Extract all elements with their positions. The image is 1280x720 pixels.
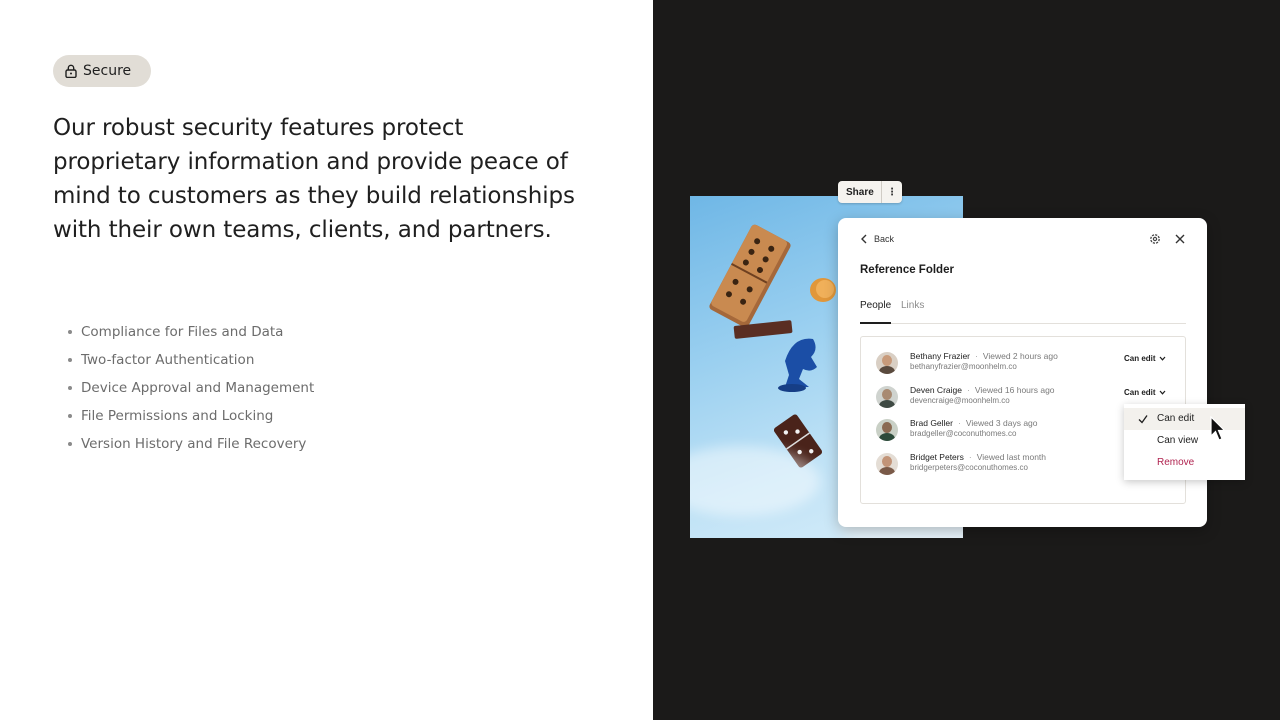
- marketing-panel: Secure Our robust security features prot…: [0, 0, 653, 720]
- avatar: [876, 419, 898, 441]
- person-email: bridgerpeters@coconuthomes.co: [910, 463, 1028, 472]
- bullet: [68, 358, 72, 362]
- feature-list: Compliance for Files and Data Two-factor…: [66, 318, 314, 458]
- more-vertical-icon[interactable]: ⋮: [881, 181, 902, 203]
- back-button[interactable]: Back: [860, 234, 894, 244]
- avatar: [876, 453, 898, 475]
- share-button[interactable]: Share: [838, 187, 881, 198]
- list-item: Compliance for Files and Data: [66, 318, 314, 346]
- viewed-time: Viewed last month: [976, 452, 1047, 462]
- viewed-time: Viewed 16 hours ago: [974, 385, 1055, 395]
- person-name: Bridget Peters: [910, 452, 964, 462]
- viewed-time: Viewed 2 hours ago: [982, 351, 1058, 361]
- bullet: [68, 414, 72, 418]
- close-icon[interactable]: [1174, 233, 1186, 245]
- viewed-time: Viewed 3 days ago: [965, 418, 1038, 428]
- mouse-cursor-icon: [1210, 416, 1226, 441]
- person-email: devencraige@moonhelm.co: [910, 396, 1010, 405]
- dialog-title: Reference Folder: [860, 264, 954, 276]
- chevron-down-icon: [1159, 356, 1166, 361]
- bullet: [68, 442, 72, 446]
- tab-bar: People Links: [860, 300, 1186, 324]
- permission-dropdown[interactable]: Can edit: [1124, 354, 1166, 363]
- menu-item-can-edit[interactable]: Can edit: [1157, 413, 1194, 424]
- permission-dropdown[interactable]: Can edit: [1124, 388, 1166, 397]
- share-chip: Share ⋮: [838, 181, 902, 203]
- list-item: Version History and File Recovery: [66, 430, 314, 458]
- avatar: [876, 386, 898, 408]
- list-item[interactable]: Bethany Frazier · Viewed 2 hours ago betha…: [876, 350, 1176, 378]
- tab-people[interactable]: People: [860, 300, 891, 324]
- bullet: [68, 386, 72, 390]
- badge-label: Secure: [83, 63, 132, 79]
- person-name: Deven Craige: [910, 385, 962, 395]
- secure-badge: Secure: [53, 55, 151, 87]
- checkmark-icon: [1138, 415, 1148, 424]
- person-email: bradgeller@coconuthomes.co: [910, 429, 1017, 438]
- person-name: Brad Geller: [910, 418, 953, 428]
- person-name: Bethany Frazier: [910, 351, 970, 361]
- list-item: File Permissions and Locking: [66, 402, 314, 430]
- lock-icon: [65, 64, 77, 78]
- menu-item-remove[interactable]: Remove: [1157, 457, 1194, 468]
- tab-links[interactable]: Links: [901, 300, 924, 324]
- gear-icon[interactable]: [1149, 233, 1161, 245]
- back-label: Back: [874, 234, 895, 244]
- share-dialog: Back Reference Folder People Links Betha…: [838, 218, 1207, 527]
- person-email: bethanyfrazier@moonhelm.co: [910, 362, 1017, 371]
- chevron-left-icon: [861, 234, 867, 244]
- list-item: Two-factor Authentication: [66, 346, 314, 374]
- chevron-down-icon: [1159, 390, 1166, 395]
- headline: Our robust security features protect pro…: [53, 115, 575, 243]
- bullet: [68, 330, 72, 334]
- list-item: Device Approval and Management: [66, 374, 314, 402]
- menu-item-can-view[interactable]: Can view: [1157, 435, 1198, 446]
- permission-menu: Can edit Can view Remove: [1124, 404, 1245, 480]
- avatar: [876, 352, 898, 374]
